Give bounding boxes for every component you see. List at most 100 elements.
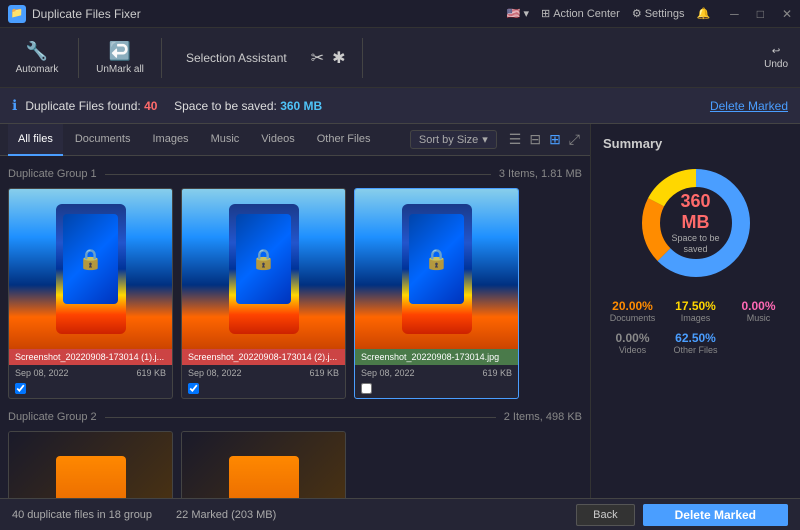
bottom-bar: 40 duplicate files in 18 group 22 Marked… — [0, 498, 800, 530]
tab-videos[interactable]: Videos — [251, 124, 304, 156]
back-button[interactable]: Back — [576, 504, 634, 526]
undo-button[interactable]: ↩ Undo — [764, 46, 788, 70]
thumb-label-2: Screenshot_20220908-173014 (2).j... — [182, 349, 345, 365]
toolbar-divider-1 — [78, 38, 79, 78]
thumb-checkbox-1[interactable] — [9, 381, 172, 398]
stat-images-pct: 17.50% — [666, 299, 725, 313]
expand-view-button[interactable]: ⤢ — [567, 129, 582, 150]
donut-space-label: Space to besaved — [666, 233, 726, 255]
stat-images-name: Images — [666, 313, 725, 323]
lock-icon-3: 🔒 — [424, 247, 449, 272]
group-1-item-3[interactable]: 🔒 Screenshot_20220908-173014.jpg Sep 08,… — [354, 188, 519, 399]
app-icon: 📁 — [8, 5, 26, 23]
thumb-date-3: Sep 08, 2022 — [361, 368, 415, 378]
detail-view-button[interactable]: ⊟ — [527, 129, 543, 150]
info-icon: ℹ — [12, 97, 17, 114]
undo-icon: ↩ — [772, 46, 780, 57]
maximize-button[interactable]: □ — [757, 7, 764, 21]
stat-documents: 20.00% Documents — [603, 299, 662, 323]
thumb-img-g2-2: 🦌 — [182, 432, 345, 498]
selection-icon-2[interactable]: ✱ — [332, 48, 345, 68]
tab-other-files[interactable]: Other Files — [307, 124, 381, 156]
close-button[interactable]: ✕ — [782, 7, 792, 21]
duplicate-count-label: Duplicate Files found: 40 Space to be sa… — [25, 99, 322, 113]
topright-controls: 🇺🇸 ▾ ⊞ Action Center ⚙ Settings 🔔 ─ □ ✕ — [507, 7, 792, 21]
group-2-line — [105, 417, 496, 418]
group-1-item-1[interactable]: 🔒 Screenshot_20220908-173014 (1).j... Se… — [8, 188, 173, 399]
group-1-grid: 🔒 Screenshot_20220908-173014 (1).j... Se… — [8, 188, 582, 399]
thumb-img-g2-1: 🦌 — [9, 432, 172, 498]
stat-other-files: 62.50% Other Files — [666, 331, 725, 355]
phone-screen-1: 🔒 — [63, 214, 118, 304]
group-2-info: 2 Items, 498 KB — [504, 411, 582, 423]
delete-marked-button[interactable]: Delete Marked — [643, 504, 788, 526]
thumb-check-input-1[interactable] — [15, 383, 26, 394]
group-1-info: 3 Items, 1.81 MB — [499, 168, 582, 180]
toolbar-divider-2 — [161, 38, 162, 78]
status-left: 40 duplicate files in 18 group — [12, 509, 152, 521]
main-area: All files Documents Images Music Videos … — [0, 124, 800, 498]
settings-button[interactable]: ⚙ Settings — [632, 7, 685, 20]
stat-videos: 0.00% Videos — [603, 331, 662, 355]
group-1-item-2[interactable]: 🔒 Screenshot_20220908-173014 (2).j... Se… — [181, 188, 346, 399]
selection-icon-buttons: ✂ ✱ — [311, 48, 346, 68]
automark-button[interactable]: 🔧 Automark — [12, 41, 62, 75]
stat-videos-pct: 0.00% — [603, 331, 662, 345]
thumb-size-2: 619 KB — [309, 368, 339, 378]
selection-assistant-label: Selection Assistant — [186, 51, 287, 65]
tab-music[interactable]: Music — [201, 124, 250, 156]
thumb-img-3: 🔒 — [355, 189, 518, 349]
tab-images[interactable]: Images — [142, 124, 198, 156]
automark-icon: 🔧 — [26, 41, 48, 62]
view-buttons: ☰ ⊟ ⊞ ⤢ — [507, 129, 582, 150]
group-1-header: Duplicate Group 1 3 Items, 1.81 MB — [8, 168, 582, 180]
left-panel: All files Documents Images Music Videos … — [0, 124, 590, 498]
stat-music-pct: 0.00% — [729, 299, 788, 313]
thumb-meta-2: Sep 08, 2022 619 KB — [182, 365, 345, 381]
group-2-item-2[interactable]: 🦌 Photo Manager... — [181, 431, 346, 498]
flag-button[interactable]: 🇺🇸 ▾ — [507, 7, 529, 20]
stat-music-name: Music — [729, 313, 788, 323]
status-right: 22 Marked (203 MB) — [176, 509, 276, 521]
thumb-checkbox-3[interactable] — [355, 381, 518, 398]
thumb-img-1: 🔒 — [9, 189, 172, 349]
sort-button[interactable]: Sort by Size ▾ — [410, 130, 497, 149]
app-title: Duplicate Files Fixer — [32, 7, 507, 21]
donut-chart: 360 MB Space to besaved — [636, 163, 756, 283]
tab-all-files[interactable]: All files — [8, 124, 63, 156]
thumb-check-input-2[interactable] — [188, 383, 199, 394]
action-center-button[interactable]: ⊞ Action Center — [541, 7, 620, 20]
notification-button[interactable]: 🔔 — [696, 7, 710, 20]
unmark-all-button[interactable]: ↩️ UnMark all — [95, 41, 145, 75]
bottom-buttons: Back Delete Marked — [576, 504, 788, 526]
group-1-title: Duplicate Group 1 — [8, 168, 97, 180]
thumb-label-1: Screenshot_20220908-173014 (1).j... — [9, 349, 172, 365]
group-2-header: Duplicate Group 2 2 Items, 498 KB — [8, 411, 582, 423]
thumb-check-input-3[interactable] — [361, 383, 372, 394]
stat-documents-pct: 20.00% — [603, 299, 662, 313]
grid-view-button[interactable]: ⊞ — [547, 129, 563, 150]
toolbar-divider-3 — [362, 38, 363, 78]
donut-space-value: 360 MB — [666, 191, 726, 233]
phone-screen-2: 🔒 — [236, 214, 291, 304]
tab-bar: All files Documents Images Music Videos … — [0, 124, 590, 156]
right-panel: Summary 360 MB Space to besaved — [590, 124, 800, 498]
phone-screen-3: 🔒 — [409, 214, 464, 304]
unmark-icon: ↩️ — [109, 41, 131, 62]
lock-icon-2: 🔒 — [251, 247, 276, 272]
minimize-button[interactable]: ─ — [730, 7, 739, 21]
thumb-checkbox-2[interactable] — [182, 381, 345, 398]
thumb-img-2: 🔒 — [182, 189, 345, 349]
group-2-item-1[interactable]: 🦌 Photo Manager... — [8, 431, 173, 498]
phone-mockup-3: 🔒 — [402, 204, 472, 334]
tab-documents[interactable]: Documents — [65, 124, 141, 156]
toolbar: 🔧 Automark ↩️ UnMark all Selection Assis… — [0, 28, 800, 88]
list-view-button[interactable]: ☰ — [507, 129, 524, 150]
titlebar: 📁 Duplicate Files Fixer 🇺🇸 ▾ ⊞ Action Ce… — [0, 0, 800, 28]
selection-icon-1[interactable]: ✂ — [311, 48, 324, 68]
lock-icon-1: 🔒 — [78, 247, 103, 272]
delete-marked-link[interactable]: Delete Marked — [710, 99, 788, 113]
scroll-area[interactable]: Duplicate Group 1 3 Items, 1.81 MB 🔒 Scr… — [0, 156, 590, 498]
thumb-meta-3: Sep 08, 2022 619 KB — [355, 365, 518, 381]
sort-chevron-icon: ▾ — [482, 133, 488, 146]
